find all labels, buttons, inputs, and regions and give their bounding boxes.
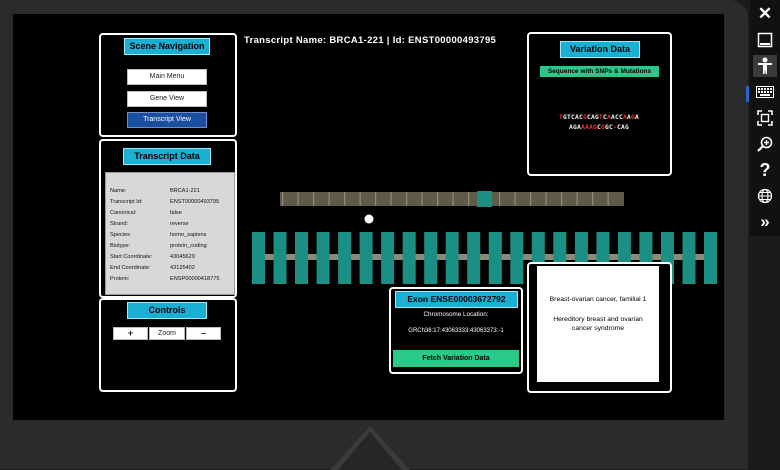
exon-block[interactable]	[359, 232, 373, 284]
scene-navigation-panel: Scene Navigation Main Menu Gene View Tra…	[99, 33, 237, 137]
title-separator: |	[386, 35, 390, 46]
sequence-segment: ACC	[610, 114, 623, 121]
disease-line-2: Hereditory breast and ovarian cancer syn…	[553, 316, 643, 332]
overview-tick	[390, 192, 392, 206]
sequence-segment: GC	[604, 124, 613, 131]
chevron-double-right-icon[interactable]: »	[753, 211, 777, 233]
transcript-overview-bar	[280, 192, 624, 206]
exon-block[interactable]	[252, 232, 265, 284]
overview-tick	[514, 192, 516, 206]
exon-block[interactable]	[445, 232, 459, 284]
exon-block[interactable]	[381, 232, 395, 284]
variation-data-panel: Variation Data Sequence with SNPs & Muta…	[527, 32, 672, 176]
exon-block[interactable]	[316, 232, 330, 284]
zoom-in-icon[interactable]	[753, 133, 777, 155]
zoom-out-button[interactable]: –	[186, 327, 221, 340]
exon-block[interactable]	[467, 232, 481, 284]
sequence-segment: CAG	[616, 124, 629, 131]
disease-content: Breast-ovarian cancer, familial 1 Heredi…	[537, 266, 659, 382]
sequence-line-1: TGTCACGCAGTCAACCAAGA	[529, 114, 669, 121]
main-menu-button[interactable]: Main Menu	[127, 69, 207, 85]
overview-tick	[468, 192, 470, 206]
overview-tick	[561, 192, 563, 206]
toolbar-active-indicator	[746, 86, 749, 102]
overview-tick	[313, 192, 315, 206]
overview-tick	[282, 192, 284, 206]
minimize-icon[interactable]	[753, 29, 777, 51]
exon-block[interactable]	[682, 232, 696, 284]
transcript-id: ENST00000493795	[408, 35, 497, 46]
right-toolbar: ✕ ? »	[750, 0, 780, 236]
disease-line-1: Breast-ovarian cancer, familial 1	[549, 296, 647, 303]
variation-data-header: Variation Data	[560, 41, 640, 58]
sequence-segment: A	[634, 114, 639, 121]
help-icon[interactable]: ?	[753, 159, 777, 181]
transcript-name: BRCA1-221	[329, 35, 384, 46]
fit-screen-icon[interactable]	[753, 107, 777, 129]
exon-header: Exon ENSE00003672792	[395, 291, 518, 308]
overview-tick	[437, 192, 439, 206]
overview-tick	[406, 192, 408, 206]
chromosome-location-value: GRCh38:17:43063333:43063373:-1	[408, 328, 504, 334]
overview-tick	[297, 192, 299, 206]
transcript-name-label: Transcript Name:	[244, 35, 327, 46]
transcript-id-label: Id:	[392, 35, 406, 46]
overview-tick	[328, 192, 330, 206]
controls-header: Controls	[127, 302, 207, 319]
zoom-in-button[interactable]: +	[113, 327, 148, 340]
disease-panel: Breast-ovarian cancer, familial 1 Heredi…	[527, 262, 672, 393]
transcript-data-panel: Transcript Data Name: BRCA1-221 Transcrip…	[99, 139, 237, 298]
overview-tick	[607, 192, 609, 206]
close-icon[interactable]: ✕	[753, 3, 777, 25]
overview-tick	[530, 192, 532, 206]
overview-tick	[452, 192, 454, 206]
sequence-segment: CAG	[587, 114, 599, 121]
stand-notch-inner	[338, 432, 402, 470]
transcript-data-table: Name: BRCA1-221 Transcript Id: ENST0000049…	[105, 172, 235, 295]
keyboard-icon[interactable]	[753, 81, 777, 103]
exon-block[interactable]	[402, 232, 416, 284]
scene-navigation-header: Scene Navigation	[124, 38, 210, 55]
overview-tick	[576, 192, 578, 206]
sequence-segment: AAAG	[581, 124, 597, 131]
sequence-line-2: AGAAAAGCGGC-CAG	[529, 124, 669, 131]
transcript-title: Transcript Name: BRCA1-221 | Id: ENST000…	[244, 35, 496, 46]
exon-block[interactable]	[510, 232, 524, 284]
sequence-segment: GTCAC	[563, 114, 583, 121]
sequence-subheader: Sequence with SNPs & Mutations	[540, 66, 659, 77]
overview-tick	[344, 192, 346, 206]
sequence-segment: AGA	[569, 124, 582, 131]
exon-panel: Exon ENSE00003672792 Chromosome Location…	[389, 287, 523, 374]
exon-block[interactable]	[338, 232, 352, 284]
transcript-data-header: Transcript Data	[123, 148, 211, 165]
overview-tick	[421, 192, 423, 206]
overview-tick	[375, 192, 377, 206]
overview-tick	[545, 192, 547, 206]
exon-block[interactable]	[488, 232, 502, 284]
chromosome-location-label: Chromosome Location:	[423, 311, 489, 318]
fetch-variation-button[interactable]: Fetch Variation Data	[393, 350, 519, 367]
person-icon[interactable]	[753, 55, 777, 77]
overview-highlight[interactable]	[477, 191, 492, 207]
transcript-view-button[interactable]: Transcript View	[127, 112, 207, 128]
zoom-label: Zoom	[149, 327, 185, 340]
position-marker[interactable]	[364, 214, 374, 224]
exon-block[interactable]	[704, 232, 717, 284]
exon-block[interactable]	[424, 232, 438, 284]
overview-tick	[499, 192, 501, 206]
controls-panel: Controls + Zoom –	[99, 298, 237, 392]
exon-block[interactable]	[295, 232, 308, 284]
overview-tick	[592, 192, 594, 206]
overview-tick	[359, 192, 361, 206]
globe-icon[interactable]	[753, 185, 777, 207]
exon-block[interactable]	[273, 232, 287, 284]
gene-view-button[interactable]: Gene View	[127, 91, 207, 107]
